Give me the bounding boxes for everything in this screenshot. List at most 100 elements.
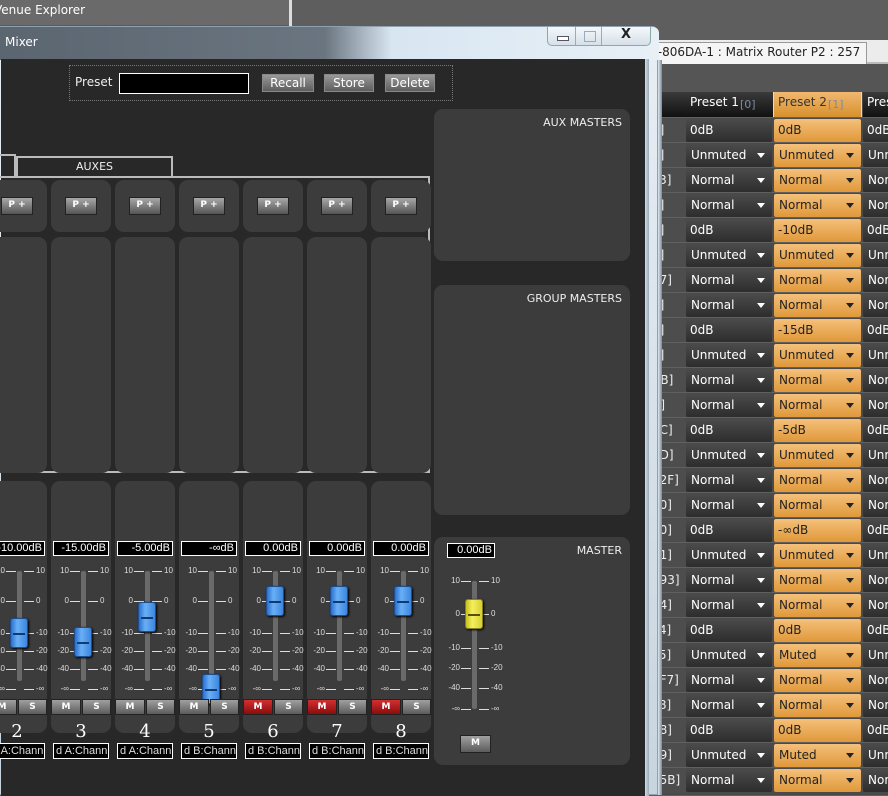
cell-dropdown[interactable]: Nor — [863, 594, 888, 617]
cell-value[interactable]: 0dB — [774, 119, 861, 142]
channel-name[interactable]: d A:Chann — [117, 743, 173, 759]
cell-dropdown[interactable]: Unm — [863, 644, 888, 667]
cell-dropdown[interactable]: Unm — [863, 444, 888, 467]
cell-dropdown[interactable]: Unm — [863, 244, 888, 267]
mute-button[interactable]: M — [179, 699, 209, 715]
cell-dropdown[interactable]: Nor — [863, 494, 888, 517]
cell-dropdown[interactable]: Normal — [774, 594, 861, 617]
channel-name[interactable]: d A:Chann — [53, 743, 109, 759]
cell-dropdown[interactable]: Unmuted — [774, 344, 861, 367]
mute-button[interactable]: M — [115, 699, 145, 715]
cell-dropdown[interactable]: Normal — [774, 769, 861, 792]
solo-button[interactable]: S — [402, 699, 431, 715]
fader-knob[interactable] — [266, 586, 284, 616]
cell-dropdown[interactable]: Nor — [863, 194, 888, 217]
tab-matrix-router[interactable]: U-806DA-1 : Matrix Router P2 : 257 — [642, 42, 868, 64]
solo-button[interactable]: S — [274, 699, 303, 715]
cell-dropdown[interactable]: Nor — [863, 669, 888, 692]
cell-dropdown[interactable]: Unm — [863, 744, 888, 767]
tab-auxes[interactable]: AUXES — [16, 156, 173, 176]
fader-knob[interactable] — [10, 618, 28, 648]
channel-name[interactable]: d B:Chann — [309, 743, 365, 759]
p-plus-button[interactable]: P + — [129, 197, 161, 215]
cell-dropdown[interactable]: Normal — [686, 369, 772, 392]
cell-dropdown[interactable]: Nor — [863, 369, 888, 392]
cell-dropdown[interactable]: Nor — [863, 269, 888, 292]
cell-dropdown[interactable]: Muted — [774, 744, 861, 767]
cell-dropdown[interactable]: Nor — [863, 169, 888, 192]
delete-button[interactable]: Delete — [384, 73, 436, 93]
cell-dropdown[interactable]: Normal — [686, 669, 772, 692]
cell-dropdown[interactable]: Nor — [863, 769, 888, 792]
store-button[interactable]: Store — [323, 73, 375, 93]
preset-input[interactable] — [119, 73, 249, 94]
solo-button[interactable]: S — [338, 699, 367, 715]
cell-dropdown[interactable]: Unmuted — [686, 644, 772, 667]
p-plus-button[interactable]: P + — [193, 197, 225, 215]
cell-value[interactable]: 0dB — [863, 619, 888, 642]
cell-dropdown[interactable]: Normal — [774, 194, 861, 217]
cell-value[interactable]: -15dB — [774, 319, 861, 342]
fader-knob[interactable] — [74, 627, 92, 657]
cell-dropdown[interactable]: Normal — [686, 694, 772, 717]
solo-button[interactable]: S — [18, 699, 47, 715]
tab-inputs[interactable] — [0, 154, 16, 176]
cell-dropdown[interactable]: Normal — [774, 469, 861, 492]
cell-dropdown[interactable]: Unmuted — [686, 144, 772, 167]
cell-dropdown[interactable]: Normal — [686, 594, 772, 617]
cell-dropdown[interactable]: Nor — [863, 569, 888, 592]
mute-button[interactable]: M — [51, 699, 81, 715]
channel-name[interactable]: d B:Chann — [245, 743, 301, 759]
p-plus-button[interactable]: P + — [65, 197, 97, 215]
cell-dropdown[interactable]: Normal — [686, 294, 772, 317]
cell-dropdown[interactable]: Nor — [863, 694, 888, 717]
cell-value[interactable]: 0dB — [686, 519, 772, 542]
p-plus-button[interactable]: P + — [321, 197, 353, 215]
cell-dropdown[interactable]: Unmuted — [686, 244, 772, 267]
cell-dropdown[interactable]: Muted — [774, 644, 861, 667]
p-plus-button[interactable]: P + — [1, 197, 33, 215]
cell-value[interactable]: 0dB — [863, 319, 888, 342]
cell-dropdown[interactable]: Normal — [774, 494, 861, 517]
cell-dropdown[interactable]: Normal — [774, 694, 861, 717]
solo-button[interactable]: S — [82, 699, 111, 715]
cell-dropdown[interactable]: Normal — [686, 569, 772, 592]
cell-value[interactable]: 0dB — [863, 519, 888, 542]
p-plus-button[interactable]: P + — [257, 197, 289, 215]
cell-dropdown[interactable]: Normal — [686, 494, 772, 517]
cell-dropdown[interactable]: Normal — [774, 394, 861, 417]
cell-dropdown[interactable]: Nor — [863, 394, 888, 417]
cell-value[interactable]: 0dB — [686, 619, 772, 642]
cell-dropdown[interactable]: Normal — [686, 194, 772, 217]
close-button[interactable]: X — [602, 27, 650, 45]
cell-dropdown[interactable]: Normal — [686, 469, 772, 492]
cell-value[interactable]: 0dB — [863, 119, 888, 142]
mixer-title-bar[interactable]: Mixer X — [0, 27, 659, 60]
cell-dropdown[interactable]: Unmuted — [774, 144, 861, 167]
mute-button[interactable]: M — [0, 699, 17, 715]
cell-value[interactable]: 0dB — [774, 619, 861, 642]
cell-dropdown[interactable]: Unmuted — [686, 544, 772, 567]
venue-explorer-panel[interactable]: Venue Explorer — [0, 0, 292, 25]
cell-dropdown[interactable]: Unmuted — [774, 444, 861, 467]
cell-dropdown[interactable]: Normal — [686, 169, 772, 192]
solo-button[interactable]: S — [146, 699, 175, 715]
cell-dropdown[interactable]: Normal — [774, 369, 861, 392]
cell-dropdown[interactable]: Normal — [686, 269, 772, 292]
cell-value[interactable]: 0dB — [686, 419, 772, 442]
column-header-2[interactable]: Preset 2 [1] — [774, 92, 862, 117]
cell-dropdown[interactable]: Unmuted — [686, 744, 772, 767]
cell-dropdown[interactable]: Unm — [863, 344, 888, 367]
cell-value[interactable]: 0dB — [686, 719, 772, 742]
channel-name[interactable]: d A:Chann — [0, 743, 45, 759]
cell-dropdown[interactable]: Normal — [686, 769, 772, 792]
cell-dropdown[interactable]: Unmuted — [774, 544, 861, 567]
cell-value[interactable]: -5dB — [774, 419, 861, 442]
solo-button[interactable]: S — [210, 699, 239, 715]
cell-dropdown[interactable]: Normal — [774, 269, 861, 292]
channel-name[interactable]: d B:Chann — [373, 743, 429, 759]
cell-value[interactable]: -∞dB — [774, 519, 861, 542]
cell-dropdown[interactable]: Normal — [774, 669, 861, 692]
fader-knob[interactable] — [138, 602, 156, 632]
recall-button[interactable]: Recall — [261, 73, 315, 93]
